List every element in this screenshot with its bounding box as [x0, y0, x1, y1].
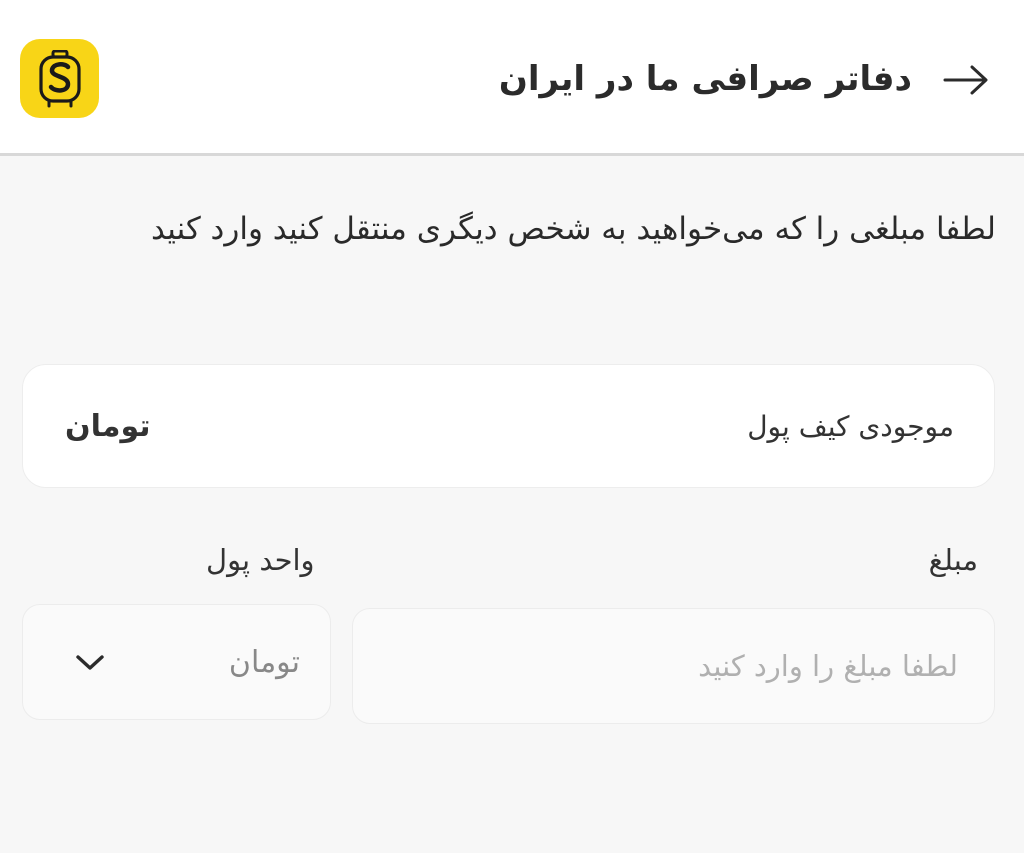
chevron-down-icon	[76, 655, 104, 670]
wallet-balance-card: موجودی کیف پول تومان	[22, 364, 995, 488]
wallet-balance-value: تومان	[65, 409, 151, 444]
currency-unit-select[interactable]: تومان	[22, 604, 331, 720]
app-header: دفاتر صرافی ما در ایران	[0, 0, 1024, 156]
currency-unit-label: واحد پول	[206, 543, 315, 577]
arrow-right-icon	[943, 65, 988, 95]
page-title: دفاتر صرافی ما در ایران	[498, 59, 912, 99]
currency-unit-value: تومان	[228, 645, 300, 680]
wallet-balance-label: موجودی کیف پول	[747, 410, 954, 443]
app-logo	[20, 39, 99, 118]
back-button[interactable]	[942, 60, 990, 100]
transfer-instruction: لطفا مبلغی را که می‌خواهید به شخص دیگری …	[150, 211, 996, 247]
amount-input[interactable]	[352, 608, 995, 724]
amount-label: مبلغ	[928, 543, 978, 577]
exchange-logo-icon	[38, 49, 81, 107]
